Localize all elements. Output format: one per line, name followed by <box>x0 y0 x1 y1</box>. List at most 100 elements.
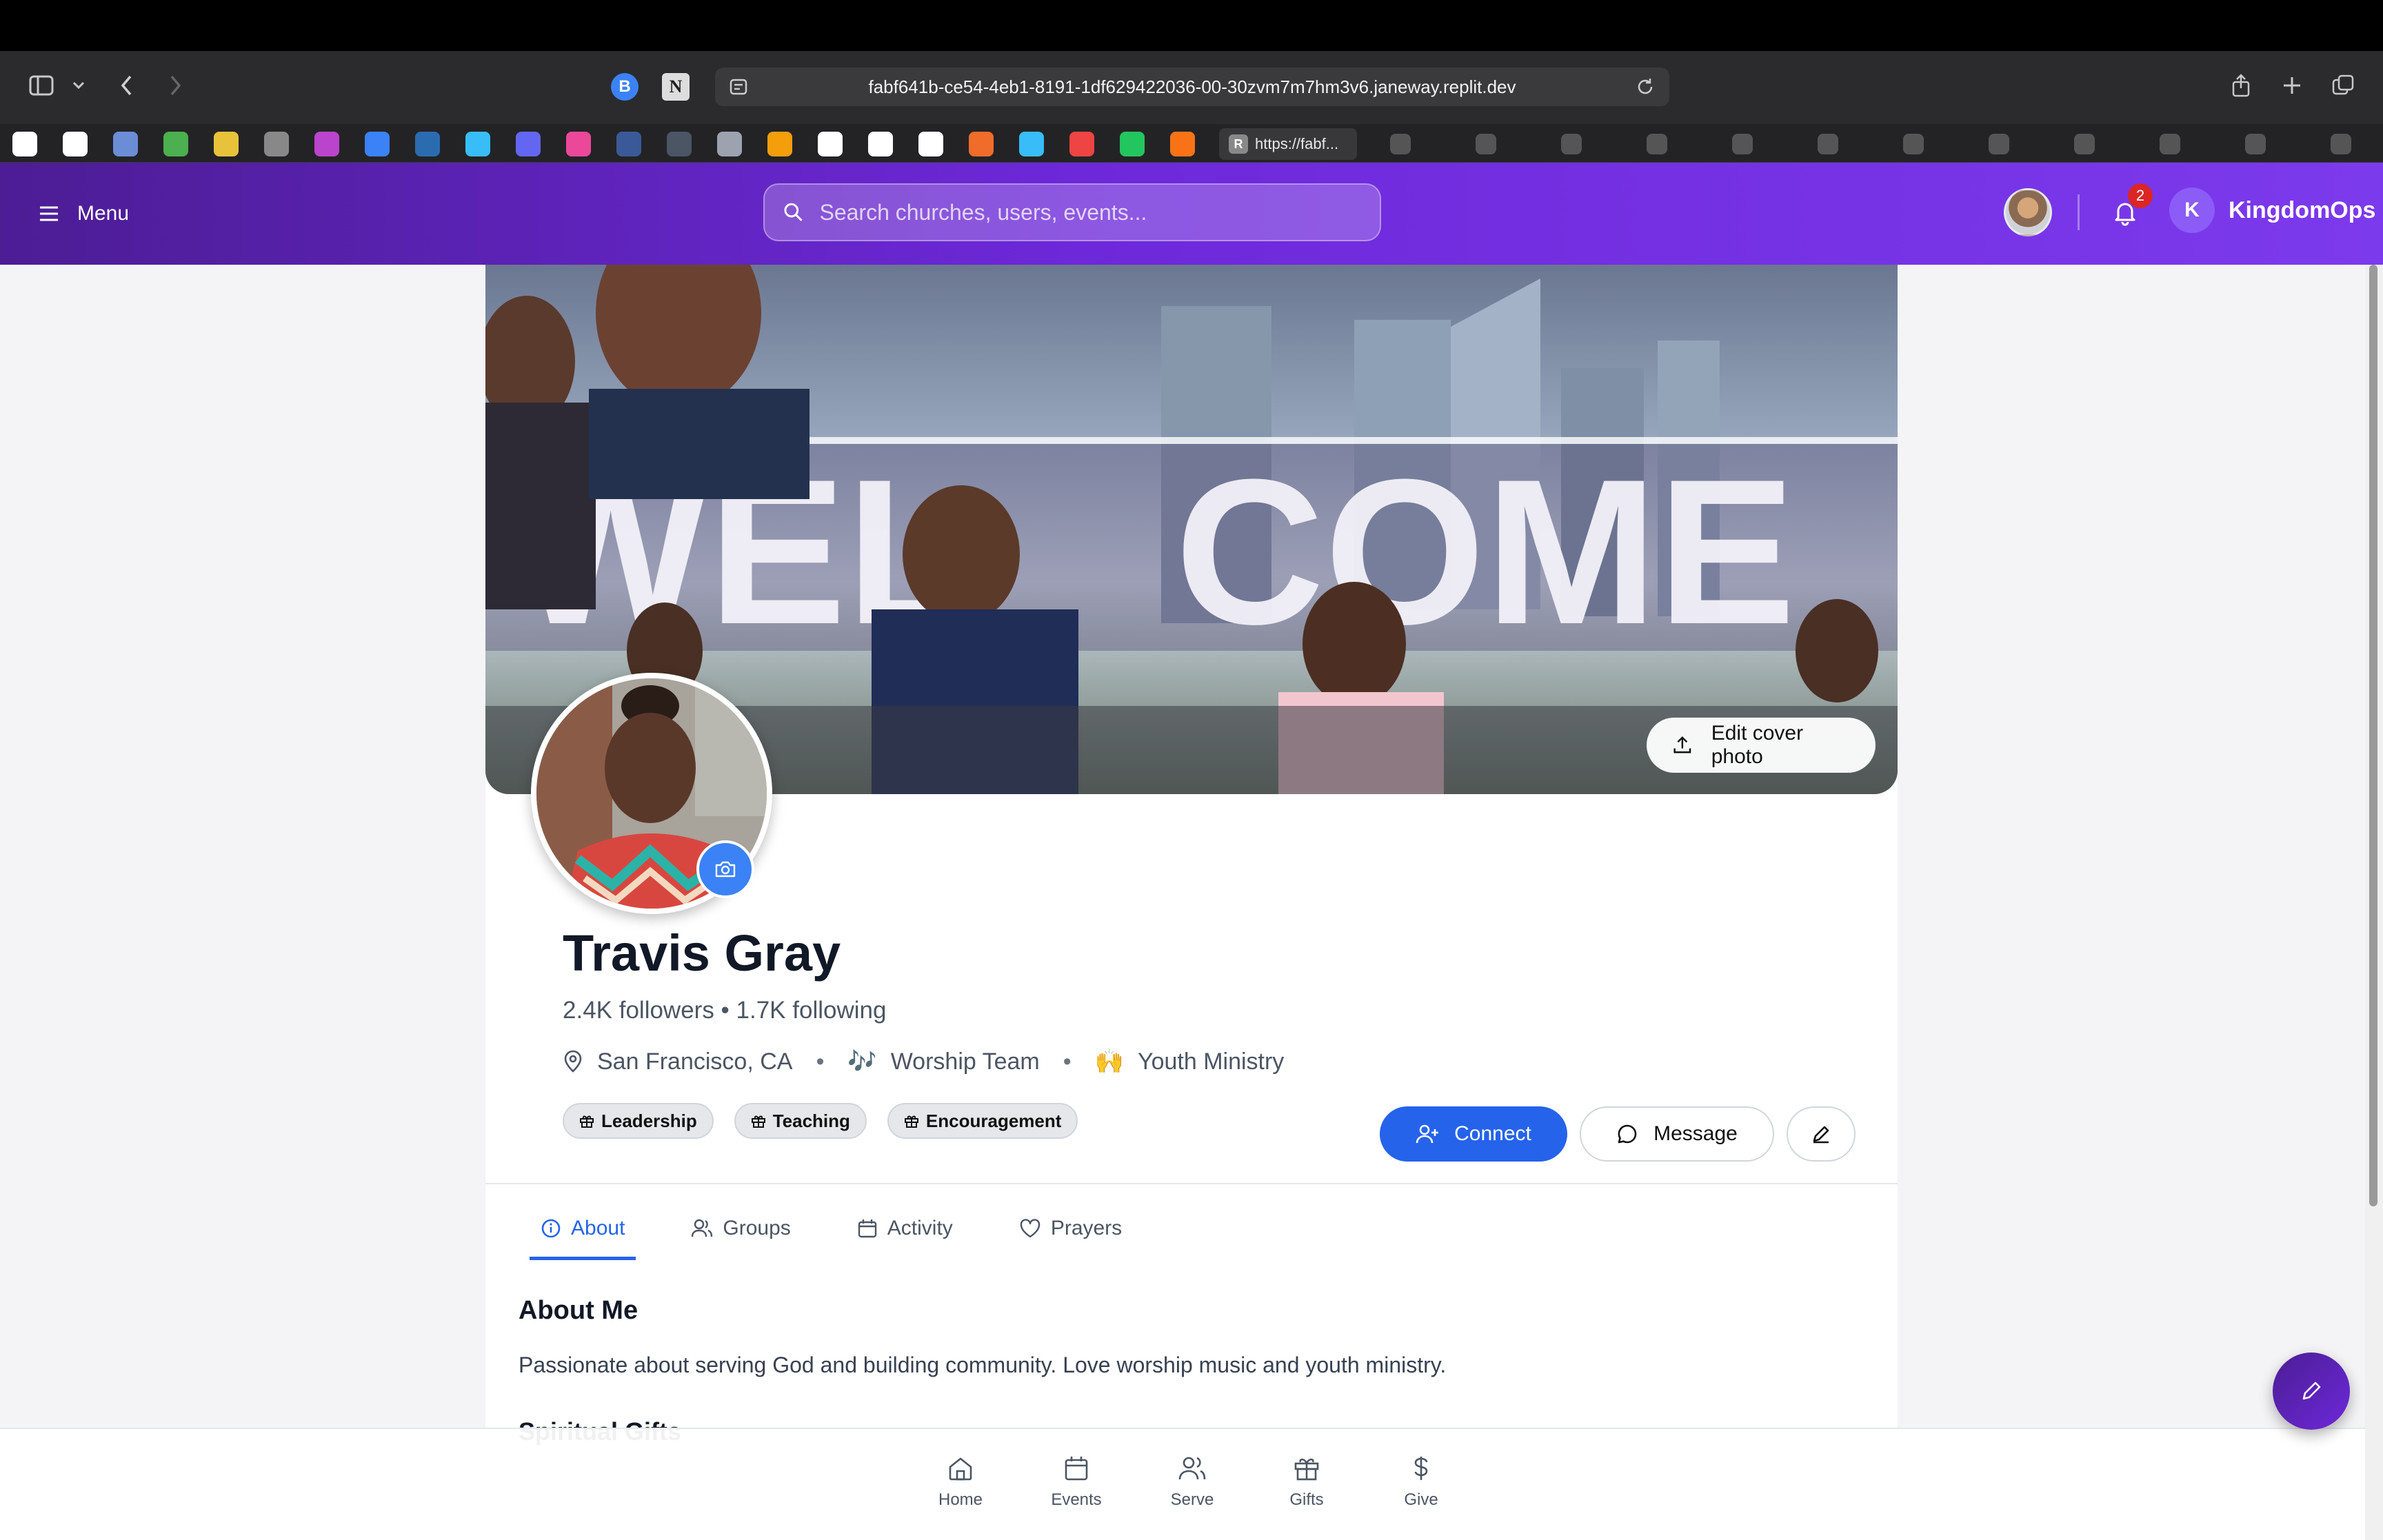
tab-about[interactable]: About <box>530 1199 636 1260</box>
message-button[interactable]: Message <box>1580 1106 1774 1162</box>
nav-label: Home <box>938 1490 983 1509</box>
tab-favicon-icon[interactable] <box>1390 134 1411 154</box>
tab-label: About <box>571 1216 625 1239</box>
tab-favicon-icon[interactable] <box>1561 134 1582 154</box>
nav-home[interactable]: Home <box>923 1455 998 1510</box>
nav-gifts[interactable]: Gifts <box>1269 1455 1345 1510</box>
upload-icon <box>1673 736 1691 753</box>
bookmark-favicon-icon[interactable] <box>767 132 792 156</box>
bookmark-favicon-icon[interactable] <box>214 132 239 156</box>
bookmark-favicon-icon[interactable] <box>1170 132 1195 156</box>
tab-favicon-icon[interactable] <box>2074 134 2095 154</box>
about-heading: About Me <box>519 1296 639 1325</box>
tab-prayers[interactable]: Prayers <box>1008 1199 1133 1257</box>
bookmark-favicon-icon[interactable] <box>264 132 289 156</box>
location-pin-icon <box>564 1050 582 1073</box>
bookmark-favicon-icon[interactable] <box>516 132 541 156</box>
back-icon[interactable] <box>112 70 142 101</box>
tab-overview-icon[interactable] <box>2328 70 2358 101</box>
tab-favicon-icon[interactable] <box>1476 134 1496 154</box>
bookmark-favicon-icon[interactable] <box>818 132 843 156</box>
bookmark-favicon-icon[interactable] <box>1120 132 1145 156</box>
tab-favicon-icon[interactable] <box>1732 134 1753 154</box>
gift-icon <box>751 1115 765 1128</box>
pencil-icon <box>1813 1126 1829 1144</box>
tab-label: Activity <box>887 1217 953 1239</box>
bookmark-favicon-icon[interactable] <box>415 132 440 156</box>
tab-favicon-icon[interactable] <box>1818 134 1838 154</box>
bookmark-favicon-icon[interactable] <box>365 132 390 156</box>
search-input[interactable] <box>819 199 1362 225</box>
tab-favicon-icon[interactable] <box>2331 134 2351 154</box>
forward-icon[interactable] <box>160 70 190 101</box>
profile-tabs: About Groups Activity Prayers <box>530 1199 1177 1260</box>
connect-button[interactable]: Connect <box>1380 1106 1567 1162</box>
camera-icon <box>715 861 736 878</box>
tag-leadership[interactable]: Leadership <box>563 1103 714 1139</box>
bookmark-favicon-icon[interactable] <box>616 132 641 156</box>
gift-tags: Leadership Teaching Encouragement <box>563 1103 1078 1139</box>
bookmark-favicon-icon[interactable] <box>113 132 138 156</box>
tab-favicon-icon[interactable] <box>1903 134 1924 154</box>
bookmark-favicon-icon[interactable] <box>1019 132 1044 156</box>
sidebar-toggle-icon[interactable] <box>26 70 57 101</box>
heart-icon <box>1020 1219 1040 1238</box>
bookmark-favicon-icon[interactable] <box>868 132 893 156</box>
search-bar[interactable] <box>763 183 1381 241</box>
bookmark-favicon-icon[interactable] <box>717 132 742 156</box>
bookmark-favicon-icon[interactable] <box>1069 132 1094 156</box>
bookmark-favicon-icon[interactable] <box>566 132 591 156</box>
menu-button[interactable]: Menu <box>39 194 129 233</box>
reload-icon[interactable] <box>1635 77 1656 97</box>
tab-activity[interactable]: Activity <box>846 1199 964 1257</box>
calendar-icon <box>858 1219 876 1238</box>
bookmarks-bar: R https://fabf... <box>0 124 2383 163</box>
address-bar[interactable]: fabf641b-ce54-4eb1-8191-1df629422036-00-… <box>715 68 1669 106</box>
chevron-down-icon[interactable] <box>63 70 94 101</box>
tag-encouragement[interactable]: Encouragement <box>887 1103 1078 1139</box>
bookmark-favicon-icon[interactable] <box>12 132 37 156</box>
change-avatar-button[interactable] <box>696 840 754 898</box>
home-icon <box>949 1457 972 1481</box>
tab-favicon-icon[interactable] <box>2245 134 2266 154</box>
gift-icon <box>580 1115 594 1128</box>
tab-active-replit[interactable]: R https://fabf... <box>1219 128 1357 160</box>
extension-b-icon[interactable]: B <box>611 73 639 101</box>
nav-serve[interactable]: Serve <box>1154 1455 1230 1510</box>
brand-account[interactable]: K KingdomOps <box>2169 188 2375 233</box>
compose-fab-button[interactable] <box>2273 1352 2350 1430</box>
header-divider <box>2078 194 2080 230</box>
edit-cover-photo-button[interactable]: Edit cover photo <box>1647 718 1876 773</box>
scrollbar-thumb[interactable] <box>2369 265 2377 1206</box>
tag-label: Teaching <box>772 1110 850 1131</box>
bookmark-favicon-icon[interactable] <box>969 132 994 156</box>
tag-label: Leadership <box>601 1110 697 1131</box>
user-avatar[interactable] <box>2004 188 2052 236</box>
bookmark-favicon-icon[interactable] <box>63 132 88 156</box>
page-menu-icon[interactable] <box>729 77 748 97</box>
bookmark-favicon-icon[interactable] <box>163 132 188 156</box>
bookmark-favicon-icon[interactable] <box>465 132 490 156</box>
user-plus-icon <box>1416 1124 1439 1144</box>
edit-profile-button[interactable] <box>1787 1106 1856 1162</box>
tag-teaching[interactable]: Teaching <box>734 1103 867 1139</box>
nav-label: Events <box>1051 1490 1102 1509</box>
bookmark-favicon-icon[interactable] <box>667 132 692 156</box>
nav-events[interactable]: Events <box>1038 1455 1114 1510</box>
tag-label: Encouragement <box>925 1110 1062 1131</box>
tab-favicon-icon[interactable] <box>1647 134 1667 154</box>
replit-favicon-icon: R <box>1229 134 1248 154</box>
tab-favicon-icon[interactable] <box>2160 134 2180 154</box>
tab-favicon-icon[interactable] <box>1989 134 2009 154</box>
share-icon[interactable] <box>2226 70 2256 101</box>
tab-groups[interactable]: Groups <box>680 1199 801 1257</box>
bookmark-favicon-icon[interactable] <box>314 132 339 156</box>
meta-separator: • <box>816 1048 825 1075</box>
notion-icon[interactable]: N <box>662 73 690 101</box>
follow-counts[interactable]: 2.4K followers • 1.7K following <box>563 997 886 1024</box>
edit-cover-label: Edit cover photo <box>1711 722 1804 768</box>
nav-give[interactable]: Give <box>1383 1455 1459 1510</box>
bookmark-favicon-icon[interactable] <box>918 132 943 156</box>
profile-actions: Connect Message <box>1380 1106 1856 1162</box>
new-tab-icon[interactable] <box>2277 70 2307 101</box>
